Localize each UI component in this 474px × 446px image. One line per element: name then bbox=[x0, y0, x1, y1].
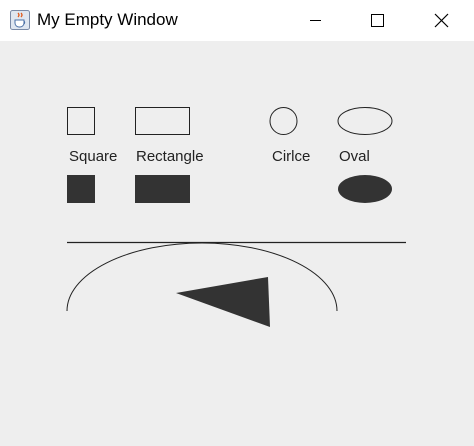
close-button[interactable] bbox=[418, 0, 464, 41]
label-circle: Cirlce bbox=[272, 148, 311, 165]
maximize-icon bbox=[371, 14, 384, 27]
close-icon bbox=[434, 13, 449, 28]
label-oval: Oval bbox=[339, 148, 370, 165]
rectangle-outline bbox=[135, 107, 190, 135]
oval-outline bbox=[337, 107, 393, 135]
maximize-button[interactable] bbox=[354, 0, 400, 41]
label-rectangle: Rectangle bbox=[136, 148, 204, 165]
drawing-canvas: Square Rectangle Cirlce Oval bbox=[0, 41, 474, 446]
oval-filled bbox=[338, 175, 392, 203]
rectangle-filled bbox=[135, 175, 190, 203]
window-title: My Empty Window bbox=[37, 10, 178, 29]
square-filled bbox=[67, 175, 95, 203]
label-square: Square bbox=[69, 148, 118, 165]
minimize-button[interactable] bbox=[294, 0, 340, 41]
circle-outline bbox=[269, 107, 298, 135]
filled-triangle bbox=[176, 277, 270, 327]
canvas-graphics bbox=[66, 107, 406, 327]
java-cup-icon[interactable] bbox=[10, 10, 30, 30]
app-window: My Empty Window Square Rectangle Cirlce … bbox=[0, 0, 474, 446]
title-bar[interactable]: My Empty Window bbox=[0, 0, 474, 41]
square-outline bbox=[67, 107, 95, 135]
minimize-icon bbox=[310, 20, 321, 21]
